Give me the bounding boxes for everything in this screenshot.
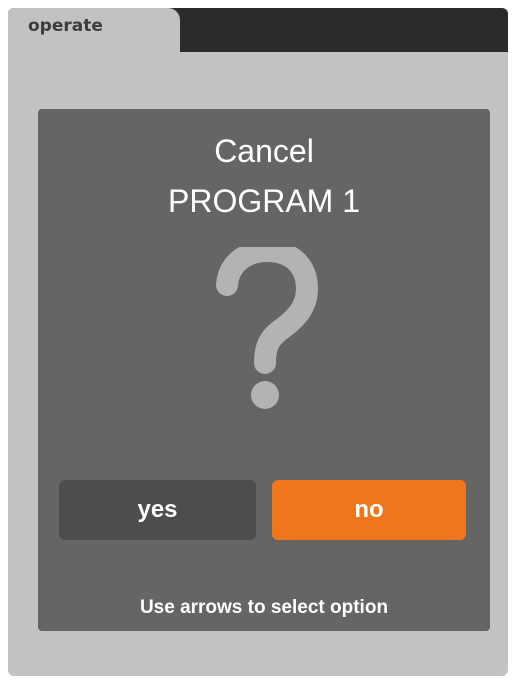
dialog-title: Cancel — [214, 133, 314, 169]
dialog-subtitle: PROGRAM 1 — [167, 183, 361, 219]
device-screen: operate Cancel PROGRAM 1 yes no Use arro… — [8, 8, 508, 676]
tab-operate[interactable]: operate — [8, 8, 180, 52]
question-mark-icon — [38, 247, 490, 417]
no-button[interactable]: no — [272, 480, 466, 540]
confirm-dialog: Cancel PROGRAM 1 yes no Use arrows to se… — [38, 109, 490, 631]
tab-operate-label: operate — [28, 16, 103, 36]
tab-bar: operate — [8, 8, 508, 52]
instruction-text: Use arrows to select option — [139, 597, 389, 618]
yes-button[interactable]: yes — [59, 480, 256, 540]
